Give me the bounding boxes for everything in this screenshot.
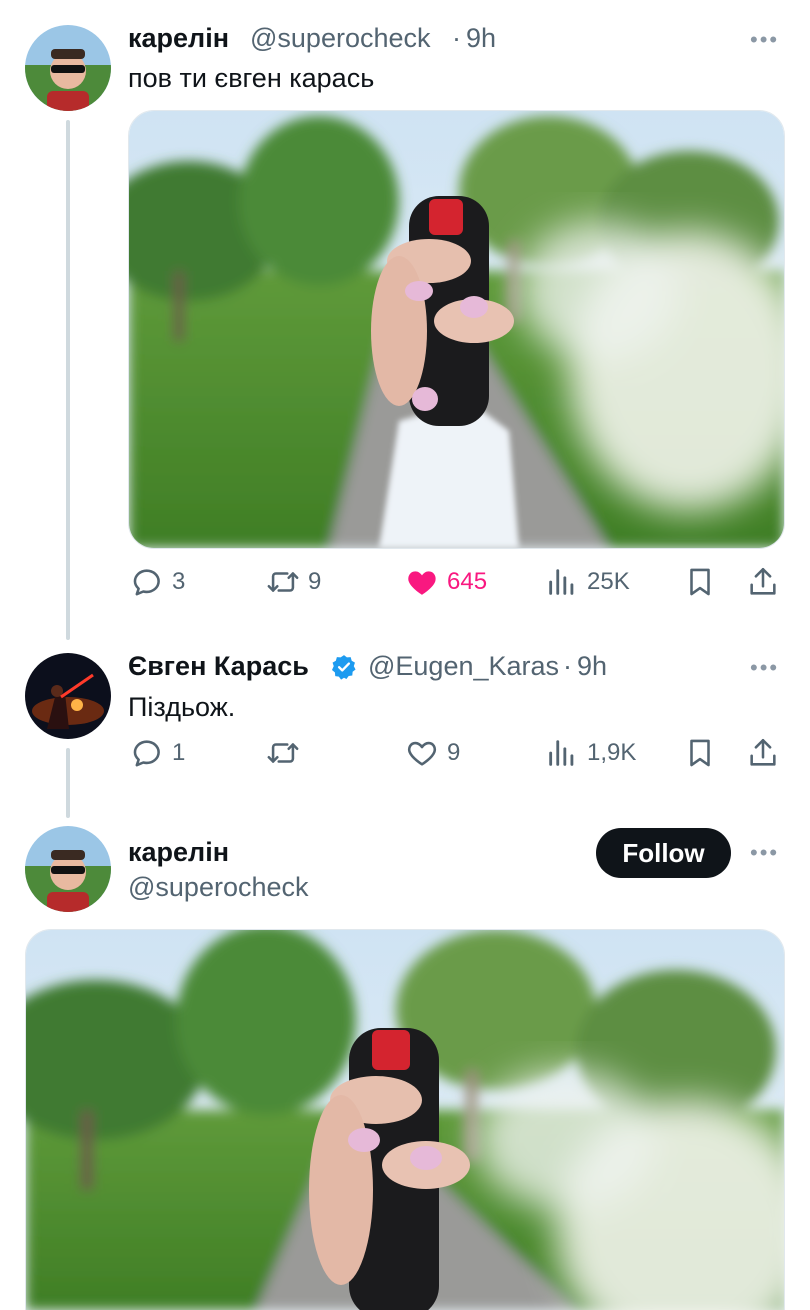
bookmark-button[interactable] <box>683 736 717 770</box>
repost-icon <box>267 743 299 763</box>
verified-badge-icon <box>331 655 356 680</box>
repost-count: 9 <box>308 568 322 595</box>
reply-button[interactable]: 3 <box>130 565 185 599</box>
separator-dot: · <box>452 23 461 53</box>
repost-button[interactable]: 9 <box>266 565 321 599</box>
bookmark-icon <box>690 568 710 596</box>
share-icon <box>750 738 776 766</box>
like-button[interactable]: 645 <box>405 565 487 599</box>
more-icon[interactable]: ••• <box>750 29 779 51</box>
author-handle[interactable]: @superocheck <box>250 22 431 54</box>
author-name[interactable]: Євген Карась <box>128 650 309 682</box>
reply-count: 3 <box>172 568 186 595</box>
pepper-spray-photo <box>129 111 784 548</box>
views-button[interactable]: 1,9K <box>545 736 636 770</box>
follow-button[interactable]: Follow <box>596 828 731 878</box>
separator-dot: · <box>563 651 572 681</box>
repost-icon <box>267 572 299 592</box>
author-name[interactable]: карелін <box>128 22 229 54</box>
views-count: 25K <box>587 568 630 595</box>
reply-count: 1 <box>172 739 186 766</box>
avatar[interactable] <box>25 826 111 912</box>
views-icon <box>549 740 574 766</box>
thread-line <box>66 120 70 640</box>
author-name[interactable]: карелін <box>128 836 229 868</box>
share-button[interactable] <box>746 736 780 770</box>
like-icon <box>408 571 436 595</box>
like-button[interactable]: 9 <box>405 736 460 770</box>
bookmark-button[interactable] <box>683 565 717 599</box>
reply-icon <box>133 740 160 767</box>
views-icon <box>549 569 574 595</box>
reply-icon <box>133 569 160 596</box>
share-button[interactable] <box>746 565 780 599</box>
share-icon <box>750 567 776 595</box>
bookmark-icon <box>690 739 710 767</box>
repost-button[interactable] <box>266 736 308 770</box>
author-handle[interactable]: @superocheck <box>128 871 309 903</box>
thread-line <box>66 748 70 818</box>
avatar[interactable] <box>25 25 111 111</box>
views-button[interactable]: 25K <box>545 565 630 599</box>
views-count: 1,9K <box>587 739 637 766</box>
more-icon[interactable]: ••• <box>750 842 779 864</box>
author-handle[interactable]: @Eugen_Karas <box>368 650 559 682</box>
reply-button[interactable]: 1 <box>130 736 185 770</box>
tweet-image[interactable] <box>25 929 785 1310</box>
tweet-image[interactable] <box>128 110 785 549</box>
like-count: 645 <box>447 568 488 595</box>
timestamp[interactable]: 9h <box>577 650 607 682</box>
more-icon[interactable]: ••• <box>750 657 779 679</box>
timestamp[interactable]: 9h <box>466 22 496 54</box>
avatar[interactable] <box>25 653 111 739</box>
like-count: 9 <box>447 739 461 766</box>
pepper-spray-photo <box>26 930 784 1310</box>
like-icon <box>407 741 437 766</box>
tweet-text: Піздьож. <box>128 692 236 722</box>
tweet-text: пов ти євген карась <box>128 63 375 93</box>
